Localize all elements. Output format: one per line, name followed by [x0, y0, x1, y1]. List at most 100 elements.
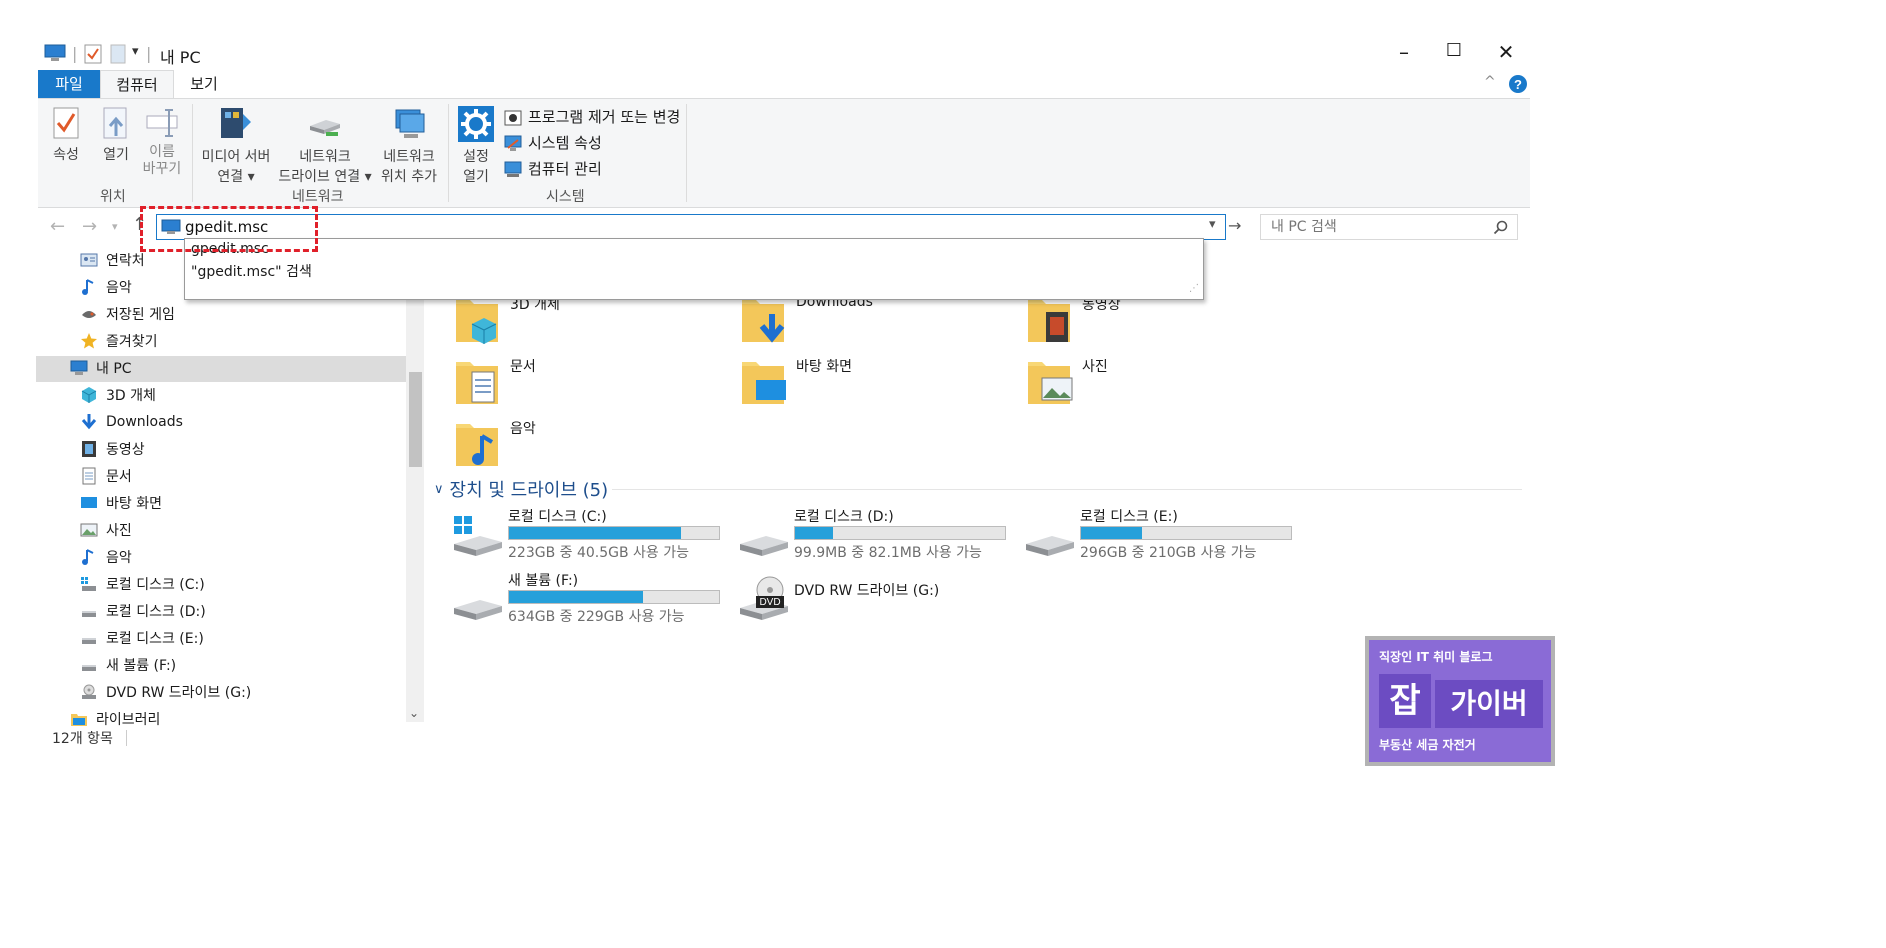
new-folder-icon[interactable] — [110, 44, 126, 64]
search-input[interactable] — [1271, 218, 1481, 236]
status-separator — [126, 730, 127, 746]
svg-text:?: ? — [1514, 77, 1522, 92]
nav-item[interactable]: DVD RW 드라이브 (G:) — [80, 680, 251, 704]
autocomplete-search-suggestion[interactable]: "gpedit.msc" 검색 — [191, 261, 312, 281]
folder-item[interactable]: 바탕 화면 — [740, 352, 852, 412]
pictures-folder-icon — [1026, 352, 1076, 412]
nav-item[interactable]: 음악 — [80, 275, 132, 299]
media-server-label-1: 미디어 서버 — [201, 149, 271, 165]
nav-item[interactable]: 즐겨찾기 — [80, 329, 158, 353]
customize-qat-icon[interactable]: ▾ — [132, 44, 139, 59]
tab-file[interactable]: 파일 — [38, 70, 100, 98]
system-properties-button[interactable]: 시스템 속성 — [504, 132, 602, 153]
music-icon — [80, 548, 98, 566]
3d-objects-icon — [80, 386, 98, 404]
drive-name: 로컬 디스크 (D:) — [794, 509, 894, 525]
nav-item-label: 라이브러리 — [96, 712, 161, 728]
music-folder-icon — [454, 414, 504, 474]
nav-item-label: 음악 — [106, 550, 132, 566]
nav-item[interactable]: 바탕 화면 — [80, 491, 162, 515]
folder-item[interactable]: 사진 — [1026, 352, 1108, 412]
nav-item[interactable]: 로컬 디스크 (D:) — [80, 599, 206, 623]
media-server-button[interactable]: 미디어 서버 연결 ▾ — [198, 104, 274, 186]
hard-drive-icon — [1022, 510, 1078, 564]
hard-drive-icon — [450, 574, 506, 628]
tab-computer[interactable]: 컴퓨터 — [100, 70, 174, 99]
help-icon[interactable]: ? — [1508, 74, 1528, 94]
collapse-chevron-icon: ∨ — [434, 481, 444, 497]
address-input[interactable] — [185, 217, 1185, 237]
drive-tile[interactable]: 로컬 디스크 (E:) 296GB 중 210GB 사용 가능 — [1022, 506, 1312, 566]
uninstall-icon — [504, 110, 522, 125]
drive-usage-bar — [1080, 526, 1292, 540]
nav-item[interactable]: 사진 — [80, 518, 132, 542]
nav-scrollbar-thumb[interactable] — [409, 372, 422, 467]
rename-icon — [146, 109, 178, 137]
nav-item-label: 새 볼륨 (F:) — [106, 658, 177, 674]
collapse-ribbon-icon[interactable]: ^ — [1484, 74, 1496, 90]
recent-locations-icon[interactable]: ▾ — [112, 220, 118, 233]
drive-tile[interactable]: 로컬 디스크 (C:) 223GB 중 40.5GB 사용 가능 — [450, 506, 740, 566]
drive-tile[interactable]: DVD DVD RW 드라이브 (G:) — [736, 570, 1026, 630]
drive-usage-bar — [794, 526, 1006, 540]
drive-tile[interactable]: 로컬 디스크 (D:) 99.9MB 중 82.1MB 사용 가능 — [736, 506, 1026, 566]
add-network-location-button[interactable]: 네트워크 위치 추가 — [376, 104, 442, 186]
system-group-label: 시스템 — [546, 189, 585, 205]
drive-free-space: 99.9MB 중 82.1MB 사용 가능 — [794, 545, 982, 561]
go-icon[interactable]: → — [1228, 216, 1241, 235]
back-icon[interactable]: ← — [50, 216, 65, 237]
nav-item[interactable]: Downloads — [80, 410, 183, 434]
separator: | — [146, 44, 152, 63]
drive-name: 새 볼륨 (F:) — [508, 573, 579, 589]
forward-icon[interactable]: → — [82, 216, 97, 237]
maximize-button[interactable]: ☐ — [1442, 40, 1466, 61]
close-button[interactable]: ✕ — [1494, 40, 1518, 64]
drive-free-space: 634GB 중 229GB 사용 가능 — [508, 609, 685, 625]
open-settings-button[interactable]: 설정 열기 — [456, 106, 496, 186]
contacts-icon — [80, 251, 98, 269]
network-location-icon — [395, 109, 425, 138]
nav-item[interactable]: 문서 — [80, 464, 132, 488]
nav-item[interactable]: 로컬 디스크 (C:) — [80, 572, 205, 596]
drive-tile[interactable]: 새 볼륨 (F:) 634GB 중 229GB 사용 가능 — [450, 570, 740, 630]
tab-view[interactable]: 보기 — [176, 70, 232, 98]
hard-drive-icon — [736, 510, 792, 564]
nav-item-label: 로컬 디스크 (C:) — [106, 577, 205, 593]
settings-label-1: 설정 — [463, 149, 489, 165]
uninstall-program-button[interactable]: 프로그램 제거 또는 변경 — [504, 106, 680, 127]
properties-button[interactable]: 속성 — [48, 106, 84, 164]
computer-management-button[interactable]: 컴퓨터 관리 — [504, 158, 602, 179]
map-drive-label-2: 드라이브 연결 ▾ — [278, 169, 372, 185]
search-icon[interactable] — [1493, 220, 1508, 235]
nav-item[interactable]: 연락처 — [80, 248, 145, 272]
uninstall-label: 프로그램 제거 또는 변경 — [528, 108, 681, 126]
properties-icon[interactable] — [84, 44, 102, 64]
map-drive-button[interactable]: 네트워크 드라이브 연결 ▾ — [276, 104, 374, 186]
rename-button[interactable]: 이름 바꾸기 — [140, 106, 184, 178]
open-button[interactable]: 열기 — [98, 106, 134, 164]
search-box[interactable] — [1260, 214, 1518, 240]
computer-management-label: 컴퓨터 관리 — [528, 160, 602, 178]
devices-section-title: 장치 및 드라이브 (5) — [449, 480, 609, 501]
nav-item[interactable]: 새 볼륨 (F:) — [80, 653, 176, 677]
nav-item[interactable]: 로컬 디스크 (E:) — [80, 626, 204, 650]
nav-item[interactable]: 3D 개체 — [80, 383, 156, 407]
address-dropdown-icon[interactable]: ▾ — [1209, 217, 1216, 232]
scroll-down-icon[interactable]: ⌄ — [409, 706, 419, 720]
nav-item[interactable]: 음악 — [80, 545, 132, 569]
star-icon — [80, 332, 98, 350]
devices-section-header[interactable]: ∨ 장치 및 드라이브 (5) — [434, 476, 608, 502]
nav-item[interactable]: 저장된 게임 — [80, 302, 175, 326]
nav-item[interactable]: 동영상 — [80, 437, 145, 461]
nav-scrollbar[interactable] — [406, 252, 424, 722]
minimize-button[interactable]: – — [1392, 40, 1416, 64]
status-item-count: 12개 항목 — [52, 731, 113, 747]
folder-item[interactable]: 문서 — [454, 352, 536, 412]
drive-icon — [80, 602, 98, 620]
folder-label: 문서 — [510, 359, 536, 375]
resize-grip-icon[interactable]: ⋰ — [1189, 283, 1199, 294]
nav-item[interactable]: 내 PC — [70, 356, 132, 380]
folder-item[interactable]: 음악 — [454, 414, 536, 474]
system-properties-icon — [504, 135, 522, 151]
nav-item-label: DVD RW 드라이브 (G:) — [106, 685, 252, 701]
